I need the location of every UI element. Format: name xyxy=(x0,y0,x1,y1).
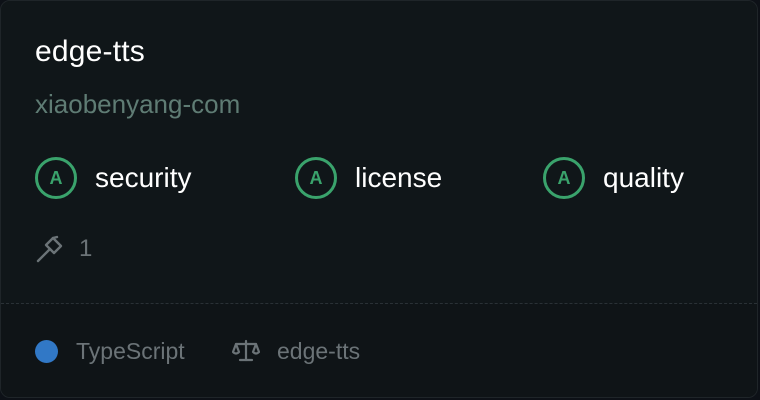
language-color-dot xyxy=(35,340,58,363)
repo-card[interactable]: edge-tts xiaobenyang-com A security A li… xyxy=(0,0,758,398)
score-label: security xyxy=(95,162,192,193)
tools-count: 1 xyxy=(79,235,93,262)
scale-icon xyxy=(232,339,260,362)
repo-owner[interactable]: xiaobenyang-com xyxy=(35,89,240,120)
hammer-icon xyxy=(36,235,63,263)
grade-badge: A xyxy=(35,157,77,199)
score-security[interactable]: A security xyxy=(35,154,191,202)
score-label: license xyxy=(355,162,443,193)
license-name: edge-tts xyxy=(277,338,361,364)
repo-title[interactable]: edge-tts xyxy=(35,35,145,69)
language-name: TypeScript xyxy=(76,338,185,364)
grade-badge: A xyxy=(295,157,337,199)
score-license[interactable]: A license xyxy=(295,154,442,202)
score-quality[interactable]: A quality xyxy=(543,154,684,202)
grade-badge: A xyxy=(543,157,585,199)
score-label: quality xyxy=(603,162,684,193)
